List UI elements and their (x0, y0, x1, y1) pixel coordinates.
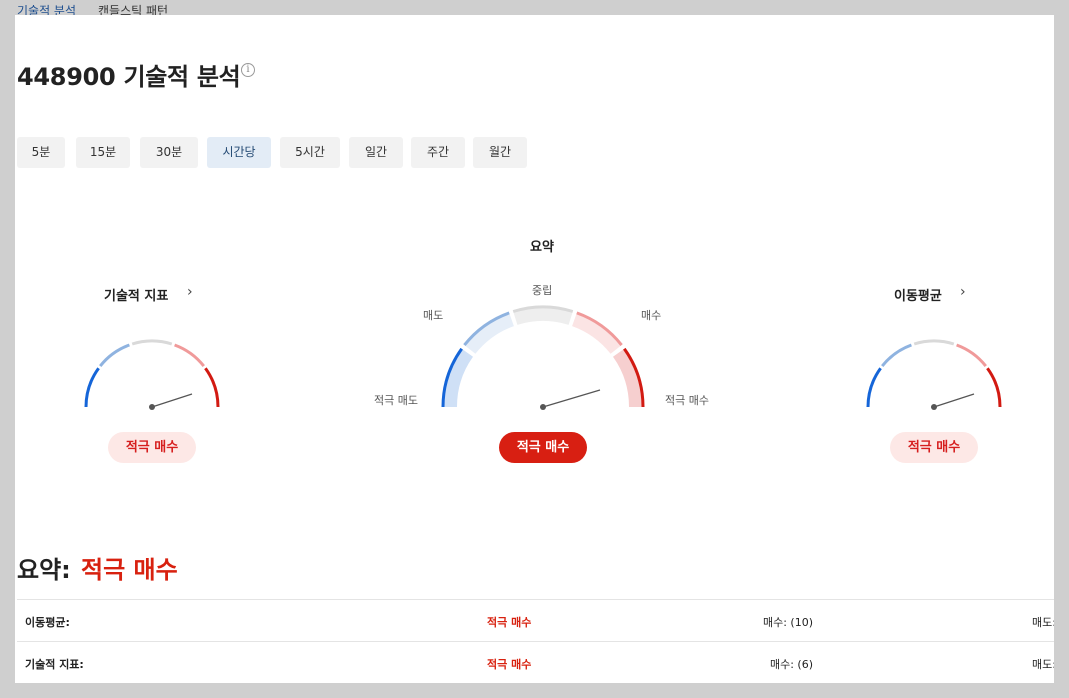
technical-indicators-badge: 적극 매수 (108, 432, 196, 463)
summary-gauge-title: 요약 (530, 240, 554, 255)
label-strong-sell: 적극 매도 (374, 394, 418, 407)
tab-15min[interactable]: 15분 (76, 137, 130, 168)
technical-analysis-panel: 448900 기술적 분석 i 5분 15분 30분 시간당 5시간 일간 주간… (15, 15, 1054, 683)
label-sell: 매도 (423, 309, 444, 322)
row-sell-count: 매도: (0) (1031, 658, 1054, 671)
tab-5min[interactable]: 5분 (17, 137, 65, 168)
summary-value: 적극 매수 (81, 556, 178, 584)
row-label: 기술적 지표: (25, 658, 84, 671)
tab-monthly[interactable]: 월간 (473, 137, 527, 168)
table-row: 이동평균: 적극 매수 매수: (10) 매도: (2) (17, 599, 1054, 641)
tab-hourly[interactable]: 시간당 (207, 137, 271, 168)
label-buy: 매수 (641, 309, 662, 322)
chevron-right-icon[interactable]: › (960, 284, 966, 300)
row-sell-count: 매도: (2) (1031, 616, 1054, 629)
tab-weekly[interactable]: 주간 (411, 137, 465, 168)
summary-gauge-badge: 적극 매수 (499, 432, 587, 463)
row-label: 이동평균: (25, 616, 70, 629)
label-neutral: 중립 (532, 284, 553, 297)
moving-averages-title[interactable]: 이동평균 (894, 285, 942, 304)
top-nav: 기술적 분석 캔들스틱 패턴 (0, 0, 1069, 18)
row-signal: 적극 매수 (487, 658, 532, 671)
technical-indicators-title[interactable]: 기술적 지표 (104, 285, 168, 304)
moving-averages-badge: 적극 매수 (890, 432, 978, 463)
summary-label: 요약: (17, 556, 71, 584)
row-buy-count: 매수: (6) (769, 658, 813, 671)
row-buy-count: 매수: (10) (762, 616, 813, 629)
tab-daily[interactable]: 일간 (349, 137, 403, 168)
table-row: 기술적 지표: 적극 매수 매수: (6) 매도: (0) (17, 641, 1054, 683)
row-signal: 적극 매수 (487, 616, 532, 629)
info-icon[interactable]: i (241, 63, 255, 77)
chevron-right-icon[interactable]: › (187, 284, 193, 300)
tab-5hour[interactable]: 5시간 (280, 137, 340, 168)
label-strong-buy: 적극 매수 (665, 394, 709, 407)
moving-averages-gauge (866, 339, 1002, 410)
tab-30min[interactable]: 30분 (140, 137, 198, 168)
page-title: 448900 기술적 분석 (17, 63, 241, 91)
